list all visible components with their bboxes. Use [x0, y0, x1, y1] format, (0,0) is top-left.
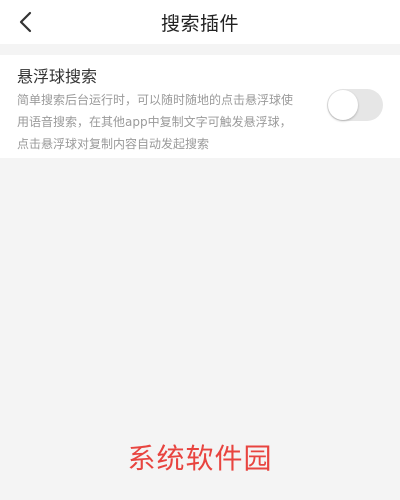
description-line: 用语音搜索，在其他app中复制文字可触发悬浮球，	[17, 115, 292, 129]
top-bar: 搜索插件	[0, 0, 400, 44]
setting-title: 悬浮球搜索	[17, 67, 98, 86]
toggle-knob	[328, 90, 358, 120]
description-line: 简单搜索后台运行时，可以随时随地的点击悬浮球使	[17, 93, 294, 107]
floating-ball-toggle[interactable]	[327, 89, 383, 121]
watermark: 系统软件园	[127, 442, 273, 475]
setting-description: 简单搜索后台运行时，可以随时随地的点击悬浮球使 用语音搜索，在其他app中复制文…	[17, 89, 309, 155]
description-line: 点击悬浮球对复制内容自动发起搜索	[17, 137, 210, 151]
back-button[interactable]	[10, 6, 42, 38]
page-title: 搜索插件	[160, 12, 239, 35]
floating-ball-search-setting: 悬浮球搜索 简单搜索后台运行时，可以随时随地的点击悬浮球使 用语音搜索，在其他a…	[0, 55, 400, 158]
chevron-left-icon	[19, 11, 32, 33]
